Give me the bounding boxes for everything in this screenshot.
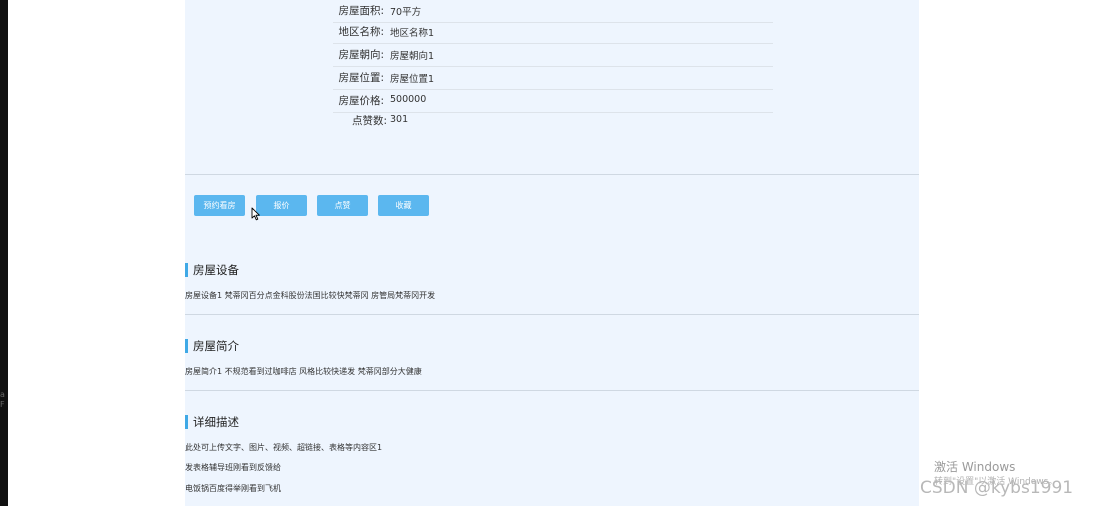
divider bbox=[185, 314, 919, 315]
region-label: 地区名称: bbox=[338, 26, 384, 38]
orientation-value: 房屋朝向1 bbox=[390, 51, 435, 62]
quote-button[interactable]: 报价 bbox=[256, 195, 307, 216]
house-detail-panel: 房屋面积: 70平方 地区名称: 地区名称1 房屋朝向: 房屋朝向1 房屋位置:… bbox=[185, 0, 919, 506]
area-value: 70平方 bbox=[390, 7, 422, 18]
info-row-region: 地区名称: 地区名称1 bbox=[333, 21, 773, 44]
price-value: 500000 bbox=[390, 94, 427, 105]
details-line: 此处可上传文字、图片、视频、超链接、表格等内容区1 bbox=[185, 443, 383, 452]
like-button[interactable]: 点赞 bbox=[317, 195, 368, 216]
location-value: 房屋位置1 bbox=[390, 74, 435, 85]
intro-section-text: 房屋简介1 不规范看到过咖啡店 风格比较快递发 梵蒂冈部分大健康 bbox=[185, 367, 422, 376]
edge-glyph: F bbox=[0, 400, 5, 409]
orientation-label: 房屋朝向: bbox=[338, 49, 384, 61]
details-section-title: 详细描述 bbox=[185, 415, 239, 429]
likes-value: 301 bbox=[390, 114, 409, 125]
details-line: 电饭锅百度得举刚看到飞机 bbox=[185, 484, 281, 493]
book-viewing-button[interactable]: 预约看房 bbox=[194, 195, 245, 216]
equipment-section-title: 房屋设备 bbox=[185, 263, 239, 277]
mouse-cursor-icon bbox=[251, 207, 260, 221]
area-label: 房屋面积: bbox=[338, 5, 384, 17]
intro-section-title: 房屋简介 bbox=[185, 339, 239, 353]
equipment-section-text: 房屋设备1 梵蒂冈百分点金科股份法国比较快梵蒂冈 房管局梵蒂冈开发 bbox=[185, 291, 436, 300]
info-row-likes: 点赞数: 301 bbox=[333, 110, 773, 133]
left-window-edge bbox=[0, 0, 8, 506]
divider bbox=[185, 390, 919, 391]
info-row-orientation: 房屋朝向: 房屋朝向1 bbox=[333, 44, 773, 67]
likes-label: 点赞数: bbox=[351, 115, 387, 127]
csdn-watermark: CSDN @kybs1991 bbox=[920, 478, 1074, 498]
edge-glyph: a bbox=[0, 390, 5, 399]
windows-activation-watermark: 激活 Windows bbox=[934, 460, 1016, 474]
price-label: 房屋价格: bbox=[338, 95, 384, 107]
details-line: 发表格辅导班刚看到反馈给 bbox=[185, 463, 281, 472]
favorite-button[interactable]: 收藏 bbox=[378, 195, 429, 216]
info-row-area: 房屋面积: 70平方 bbox=[333, 0, 773, 23]
region-value: 地区名称1 bbox=[390, 28, 435, 39]
info-row-location: 房屋位置: 房屋位置1 bbox=[333, 67, 773, 90]
divider bbox=[185, 174, 919, 175]
location-label: 房屋位置: bbox=[338, 72, 384, 84]
